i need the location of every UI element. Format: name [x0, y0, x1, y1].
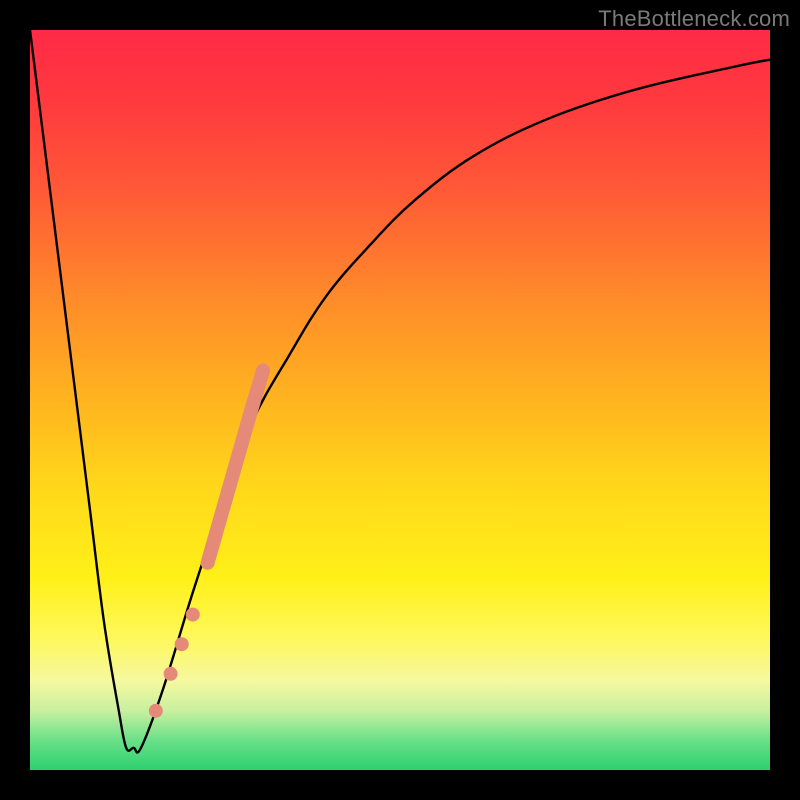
marker-dot [186, 608, 200, 622]
chart-container: TheBottleneck.com [0, 0, 800, 800]
marker-dot [164, 667, 178, 681]
marker-dots [149, 608, 200, 718]
watermark: TheBottleneck.com [598, 6, 790, 32]
marker-dot [149, 704, 163, 718]
bottleneck-curve [30, 30, 770, 753]
marker-thick-segment [208, 370, 264, 562]
plot-area [30, 30, 770, 770]
marker-dot [175, 637, 189, 651]
chart-svg [30, 30, 770, 770]
